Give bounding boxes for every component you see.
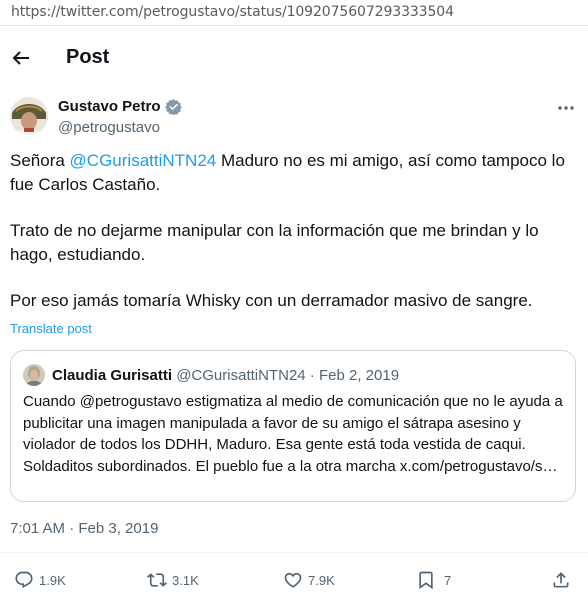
verified-badge-icon (165, 99, 182, 115)
author-name[interactable]: Gustavo Petro (58, 98, 161, 115)
author-row: Gustavo Petro @petrogustavo (0, 96, 588, 144)
like-icon (284, 572, 302, 588)
back-button[interactable] (9, 46, 33, 70)
back-arrow-icon (12, 51, 29, 65)
repost-button[interactable]: 3.1K (147, 566, 199, 594)
post-timestamp[interactable]: 7:01 AM · Feb 3, 2019 (10, 520, 158, 537)
page-title: Post (66, 46, 110, 68)
more-options-icon (558, 106, 574, 110)
url-text[interactable]: https://twitter.com/petrogustavo/status/… (11, 4, 454, 20)
tweet-paragraph-1: Señora @CGurisattiNTN24 Maduro no es mi … (10, 149, 578, 197)
bookmark-icon (419, 571, 433, 590)
author-handle[interactable]: @petrogustavo (58, 119, 160, 136)
quote-author-handle: @CGurisattiNTN24 (176, 367, 306, 384)
repost-count: 3.1K (172, 572, 199, 588)
avatar[interactable] (10, 97, 48, 135)
tweet-text-segment: Señora (10, 151, 70, 170)
share-icon (553, 572, 569, 588)
tweet-paragraph-2: Trato de no dejarme manipular con la inf… (10, 221, 539, 264)
like-button[interactable]: 7.9K (283, 566, 335, 594)
page-header: Post (0, 38, 588, 80)
like-count: 7.9K (308, 572, 335, 588)
quoted-post[interactable]: Claudia Gurisatti @CGurisattiNTN24 · Feb… (10, 350, 576, 502)
action-bar: 1.9K 3.1K 7.9K 7 (0, 566, 588, 594)
repost-icon (147, 573, 167, 587)
translate-post-link[interactable]: Translate post (10, 321, 92, 336)
mention-link[interactable]: @CGurisattiNTN24 (70, 151, 217, 170)
quote-avatar (23, 364, 45, 386)
address-bar[interactable]: https://twitter.com/petrogustavo/status/… (0, 0, 588, 26)
reply-icon (15, 571, 33, 589)
share-button[interactable] (551, 566, 571, 594)
tweet-text: Señora @CGurisattiNTN24 Maduro no es mi … (10, 149, 578, 313)
tweet-paragraph-3: Por eso jamás tomaría Whisky con un derr… (10, 291, 533, 310)
bookmark-button[interactable]: 7 (416, 566, 451, 594)
reply-count: 1.9K (39, 572, 66, 588)
quote-separator: · (305, 367, 319, 384)
reply-button[interactable]: 1.9K (14, 566, 66, 594)
quote-header: Claudia Gurisatti @CGurisattiNTN24 · Feb… (52, 367, 399, 384)
quote-text: Cuando @petrogustavo estigmatiza al medi… (23, 393, 563, 475)
quote-author-name: Claudia Gurisatti (52, 367, 173, 384)
divider (0, 552, 588, 553)
more-options-button[interactable] (556, 98, 576, 118)
quote-date: Feb 2, 2019 (318, 367, 400, 384)
bookmark-count: 7 (444, 572, 452, 588)
